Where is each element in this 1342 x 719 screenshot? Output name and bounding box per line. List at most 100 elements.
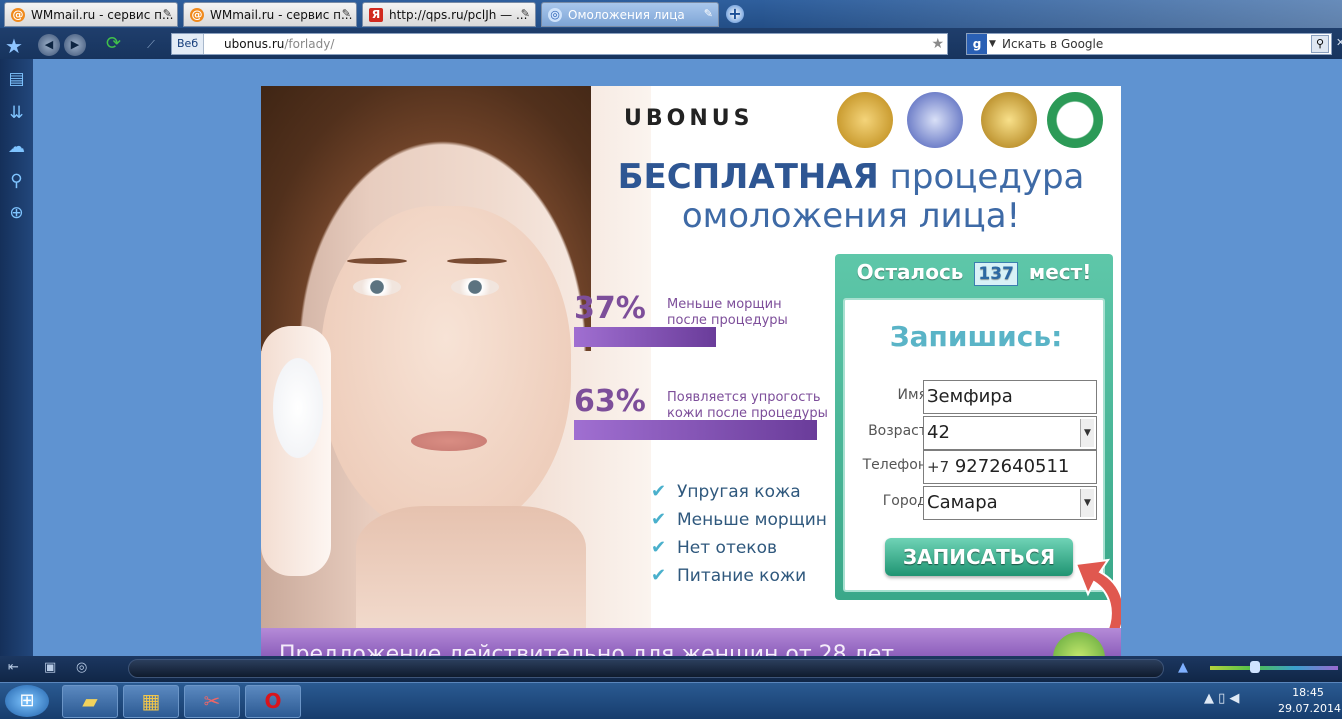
age-label: Возраст [868, 423, 927, 439]
stat-percent: 37% [574, 291, 646, 326]
city-row: Город Самара ▼ [845, 486, 1107, 520]
view-icon[interactable]: ▲ [1178, 660, 1188, 675]
list-item: ✔ Упругая кожа [651, 478, 851, 506]
landing-banner: UBONUS БЕСПЛАТНАЯ процедура омоложения л… [261, 86, 1121, 656]
age-row: Возраст 42 ▼ [845, 416, 1107, 450]
eye-right [451, 278, 499, 296]
search-box[interactable]: g ▼ Искать в Google ⚲ [966, 33, 1332, 55]
stat-description: Меньше морщин после процедуры [667, 297, 788, 328]
gold-seal-icon [837, 92, 893, 148]
list-item: ✔ Питание кожи [651, 562, 851, 590]
promo-strip: Предложение действительно для женщин от … [261, 628, 1121, 656]
list-item: ✔ Меньше морщин [651, 506, 851, 534]
mail-at-icon: @ [190, 8, 204, 22]
cotton-pad [273, 358, 323, 458]
form-title: Запишись: [889, 320, 1063, 353]
yandex-icon: Я [369, 8, 383, 22]
downloads-icon[interactable]: ⇊ [6, 103, 27, 124]
checkmark-icon: ✔ [651, 481, 667, 502]
search-input[interactable]: Искать в Google [1002, 34, 1103, 54]
quality-seals [837, 92, 1107, 150]
google-icon[interactable]: g [967, 34, 987, 54]
stat-bar [574, 420, 817, 440]
search-icon[interactable]: ⚲ [6, 171, 27, 192]
horizontal-scrollbar[interactable] [128, 659, 1164, 678]
start-button[interactable]: ⊞ [5, 685, 49, 717]
pencil-icon[interactable]: ✎ [704, 7, 713, 20]
refresh-icon[interactable]: ⟳ [106, 33, 121, 54]
city-select[interactable]: Самара ▼ [923, 486, 1097, 520]
edit-icon[interactable]: ⟋ [140, 34, 162, 56]
name-input[interactable]: Земфира [923, 380, 1097, 414]
face [321, 206, 571, 536]
tab-wmmail-2[interactable]: @ WMmail.ru - сервис п... ✎ [183, 2, 357, 27]
promo-text: Предложение действительно для женщин от … [279, 642, 895, 656]
age-select[interactable]: 42 ▼ [923, 416, 1097, 450]
remaining-places: Осталось 137 мест! [856, 260, 1092, 286]
zoom-handle[interactable] [1250, 661, 1260, 673]
neck [356, 506, 586, 646]
lips [411, 431, 487, 451]
taskbar-explorer-app[interactable]: ▦ [123, 685, 179, 718]
notes-icon[interactable]: ▤ [6, 69, 27, 90]
green-seal-icon [1047, 92, 1103, 148]
quality-seal-icon [907, 92, 963, 148]
browser-sidebar: ▤ ⇊ ☁ ⚲ ⊕ [0, 59, 33, 656]
taskbar-paint-app[interactable]: ✂ [184, 685, 240, 718]
eye-left [353, 278, 401, 296]
submit-button[interactable]: ЗАПИСАТЬСЯ [885, 538, 1073, 576]
stat-percent: 63% [574, 384, 646, 419]
screen: @ WMmail.ru - сервис п... ✎ @ WMmail.ru … [0, 0, 1342, 719]
speed-dial-thumbnails [760, 0, 1342, 28]
tab-strip: @ WMmail.ru - сервис п... ✎ @ WMmail.ru … [0, 0, 1342, 28]
stat-description: Появляется упрогость кожи после процедуры [667, 390, 828, 421]
tray-icons[interactable]: ▲ ▯ ◀ [1204, 691, 1239, 706]
hundred-percent-seal-icon [981, 92, 1037, 148]
add-panel-icon[interactable]: ⊕ [6, 203, 27, 224]
benefits-list: ✔ Упругая кожа ✔ Меньше морщин ✔ Нет отеков… [651, 478, 851, 590]
mail-at-icon: @ [11, 8, 25, 22]
tab-qps[interactable]: Я http://qps.ru/pclJh — ... ✎ [362, 2, 536, 27]
eyebrow-left [347, 258, 407, 264]
checkmark-icon: ✔ [651, 565, 667, 586]
name-row: Имя Земфира [845, 380, 1107, 414]
forward-button[interactable]: ▶ [64, 34, 86, 56]
address-bar[interactable]: Веб ubonus.ru/forlady/ ★ [171, 33, 948, 55]
pencil-icon[interactable]: ✎ [521, 7, 530, 20]
taskbar: ⊞ ▰ ▦ ✂ O ▲ ▯ ◀ 18:45 29.07.2014 [0, 682, 1342, 719]
panel-toggle-icon[interactable]: ⇤ [8, 660, 19, 675]
url-text[interactable]: ubonus.ru/forlady/ [224, 34, 334, 54]
favorites-star-icon[interactable]: ★ [5, 34, 23, 58]
clock[interactable]: 18:45 29.07.2014 [1278, 685, 1341, 717]
chevron-down-icon[interactable]: ▼ [1080, 489, 1094, 517]
search-engine-label[interactable]: Веб [172, 34, 205, 54]
form-body: Запишись: Имя Земфира Возраст 42 ▼ Телефо… [843, 298, 1105, 592]
browser-status-bar: ⇤ ▣ ◎ ▲ [0, 656, 1342, 682]
pencil-icon[interactable]: ✎ [163, 7, 172, 20]
turbo-icon[interactable]: ◎ [76, 660, 87, 675]
phone-input[interactable]: +7 9272640511 [923, 450, 1097, 484]
bookmark-star-icon[interactable]: ★ [931, 34, 944, 54]
green-badge-icon [1053, 632, 1105, 656]
signup-form: Осталось 137 мест! Запишись: Имя Земфира… [835, 254, 1113, 600]
tab-omolozhenie[interactable]: ◎ Омоложения лица ✎ [541, 2, 719, 27]
back-button[interactable]: ◀ [38, 34, 60, 56]
city-label: Город [882, 493, 927, 509]
site-logo: UBONUS [624, 106, 754, 131]
pencil-icon[interactable]: ✎ [342, 7, 351, 20]
tab-wmmail-1[interactable]: @ WMmail.ru - сервис п... ✎ [4, 2, 178, 27]
eyebrow-right [447, 258, 507, 264]
search-icon[interactable]: ⚲ [1311, 35, 1329, 53]
close-icon[interactable]: ✕ [1336, 36, 1342, 49]
window-icon[interactable]: ▣ [44, 660, 56, 675]
history-icon[interactable]: ☁ [6, 137, 27, 158]
chevron-down-icon[interactable]: ▼ [1080, 419, 1094, 447]
zoom-slider[interactable] [1210, 666, 1338, 670]
phone-row: Телефон +7 9272640511 [845, 450, 1107, 484]
taskbar-opera-app[interactable]: O [245, 685, 301, 718]
chevron-down-icon[interactable]: ▼ [989, 34, 996, 54]
taskbar-notes-app[interactable]: ▰ [62, 685, 118, 718]
checkmark-icon: ✔ [651, 537, 667, 558]
new-tab-button[interactable]: + [726, 5, 744, 23]
list-item: ✔ Нет отеков [651, 534, 851, 562]
